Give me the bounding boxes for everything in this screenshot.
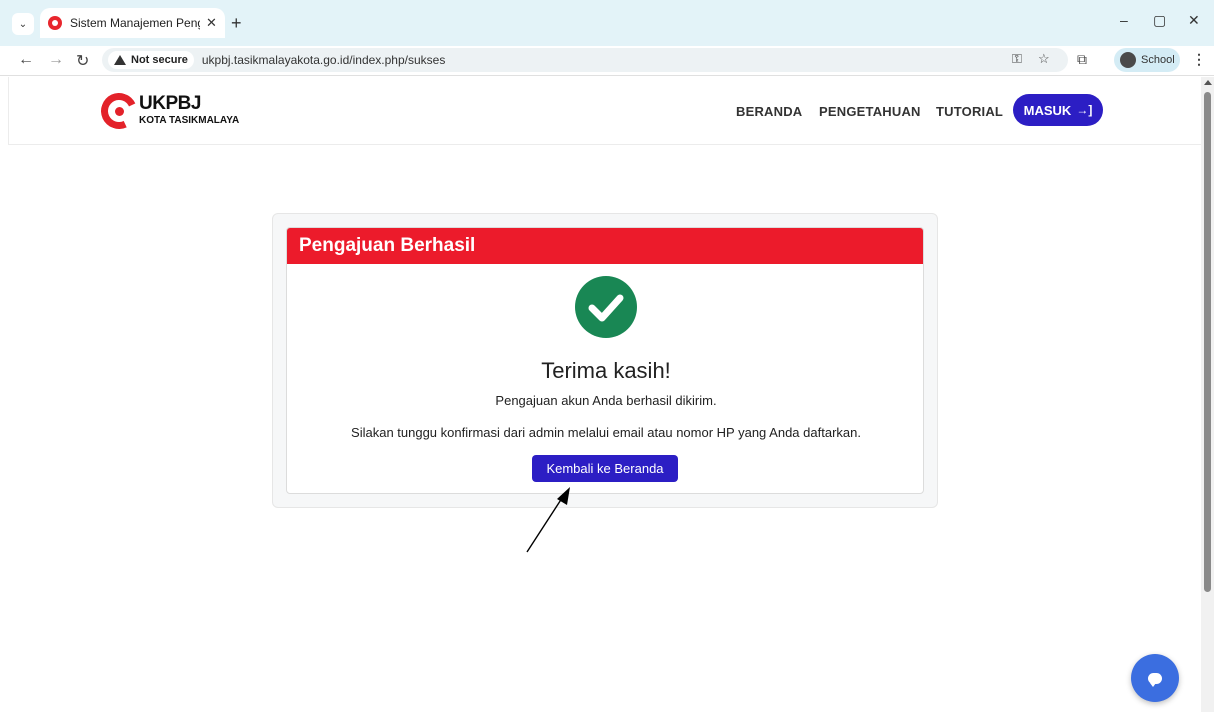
- avatar: [1120, 52, 1136, 68]
- site-header: UKPBJ KOTA TASIKMALAYA BERANDA PENGETAHU…: [8, 77, 1201, 145]
- url-text[interactable]: ukpbj.tasikmalayakota.go.id/index.php/su…: [202, 53, 445, 67]
- scroll-up-icon[interactable]: [1204, 80, 1212, 85]
- logo-dot: [115, 107, 124, 116]
- nav-beranda[interactable]: BERANDA: [736, 104, 802, 119]
- profile-name: School: [1141, 54, 1175, 66]
- profile-chip[interactable]: School: [1114, 48, 1180, 72]
- chat-icon: [1148, 672, 1162, 687]
- new-tab-button[interactable]: +: [231, 13, 242, 33]
- favicon-icon: [48, 16, 62, 30]
- chevron-down-icon: ⌄: [18, 18, 28, 30]
- annotation-arrow: [526, 487, 570, 553]
- star-icon[interactable]: ☆: [1038, 51, 1050, 67]
- success-card: Pengajuan Berhasil Terima kasih! Pengaju…: [286, 227, 924, 494]
- restore-icon[interactable]: ▢: [1153, 12, 1166, 29]
- security-chip[interactable]: Not secure: [108, 51, 194, 69]
- browser-tab-bar: ⌄ Sistem Manajemen Pengetahuan ✕ + – ▢ ✕: [0, 0, 1214, 46]
- browser-toolbar: ← → ↻ Not secure ukpbj.tasikmalayakota.g…: [0, 46, 1214, 76]
- confirmation-message: Silakan tunggu konfirmasi dari admin mel…: [351, 425, 861, 440]
- browser-tab[interactable]: Sistem Manajemen Pengetahuan ✕: [40, 8, 225, 38]
- close-window-icon[interactable]: ✕: [1188, 12, 1200, 29]
- back-to-home-button[interactable]: Kembali ke Beranda: [532, 455, 678, 482]
- tab-close-icon[interactable]: ✕: [206, 15, 217, 31]
- warning-icon: [114, 55, 126, 65]
- logo-subtitle: KOTA TASIKMALAYA: [139, 115, 240, 126]
- submission-message: Pengajuan akun Anda berhasil dikirim.: [495, 393, 717, 408]
- card-heading: Pengajuan Berhasil: [287, 228, 923, 264]
- tab-title: Sistem Manajemen Pengetahuan: [70, 16, 200, 30]
- nav-pengetahuan[interactable]: PENGETAHUAN: [819, 104, 921, 119]
- key-icon[interactable]: ⚿: [1012, 51, 1022, 67]
- login-icon: →]: [1076, 103, 1093, 117]
- reload-icon[interactable]: ↻: [76, 51, 89, 71]
- address-bar[interactable]: Not secure ukpbj.tasikmalayakota.go.id/i…: [102, 48, 1068, 72]
- minimize-icon[interactable]: –: [1120, 12, 1128, 28]
- security-label: Not secure: [131, 54, 188, 66]
- tab-search-button[interactable]: ⌄: [12, 13, 34, 35]
- more-menu-icon[interactable]: ⋮: [1192, 51, 1206, 68]
- forward-arrow-icon[interactable]: →: [48, 51, 64, 69]
- thanks-title: Terima kasih!: [541, 358, 671, 383]
- scrollbar-thumb[interactable]: [1204, 92, 1211, 592]
- check-circle-icon: [575, 276, 637, 338]
- nav-tutorial[interactable]: TUTORIAL: [936, 104, 1003, 119]
- login-button[interactable]: MASUK →]: [1013, 94, 1103, 126]
- login-label: MASUK: [1023, 102, 1072, 118]
- chat-button[interactable]: [1131, 654, 1179, 702]
- site-logo[interactable]: UKPBJ KOTA TASIKMALAYA: [95, 87, 261, 135]
- logo-title: UKPBJ: [139, 93, 201, 114]
- puzzle-icon[interactable]: ⧉: [1077, 51, 1087, 68]
- back-arrow-icon[interactable]: ←: [18, 51, 34, 69]
